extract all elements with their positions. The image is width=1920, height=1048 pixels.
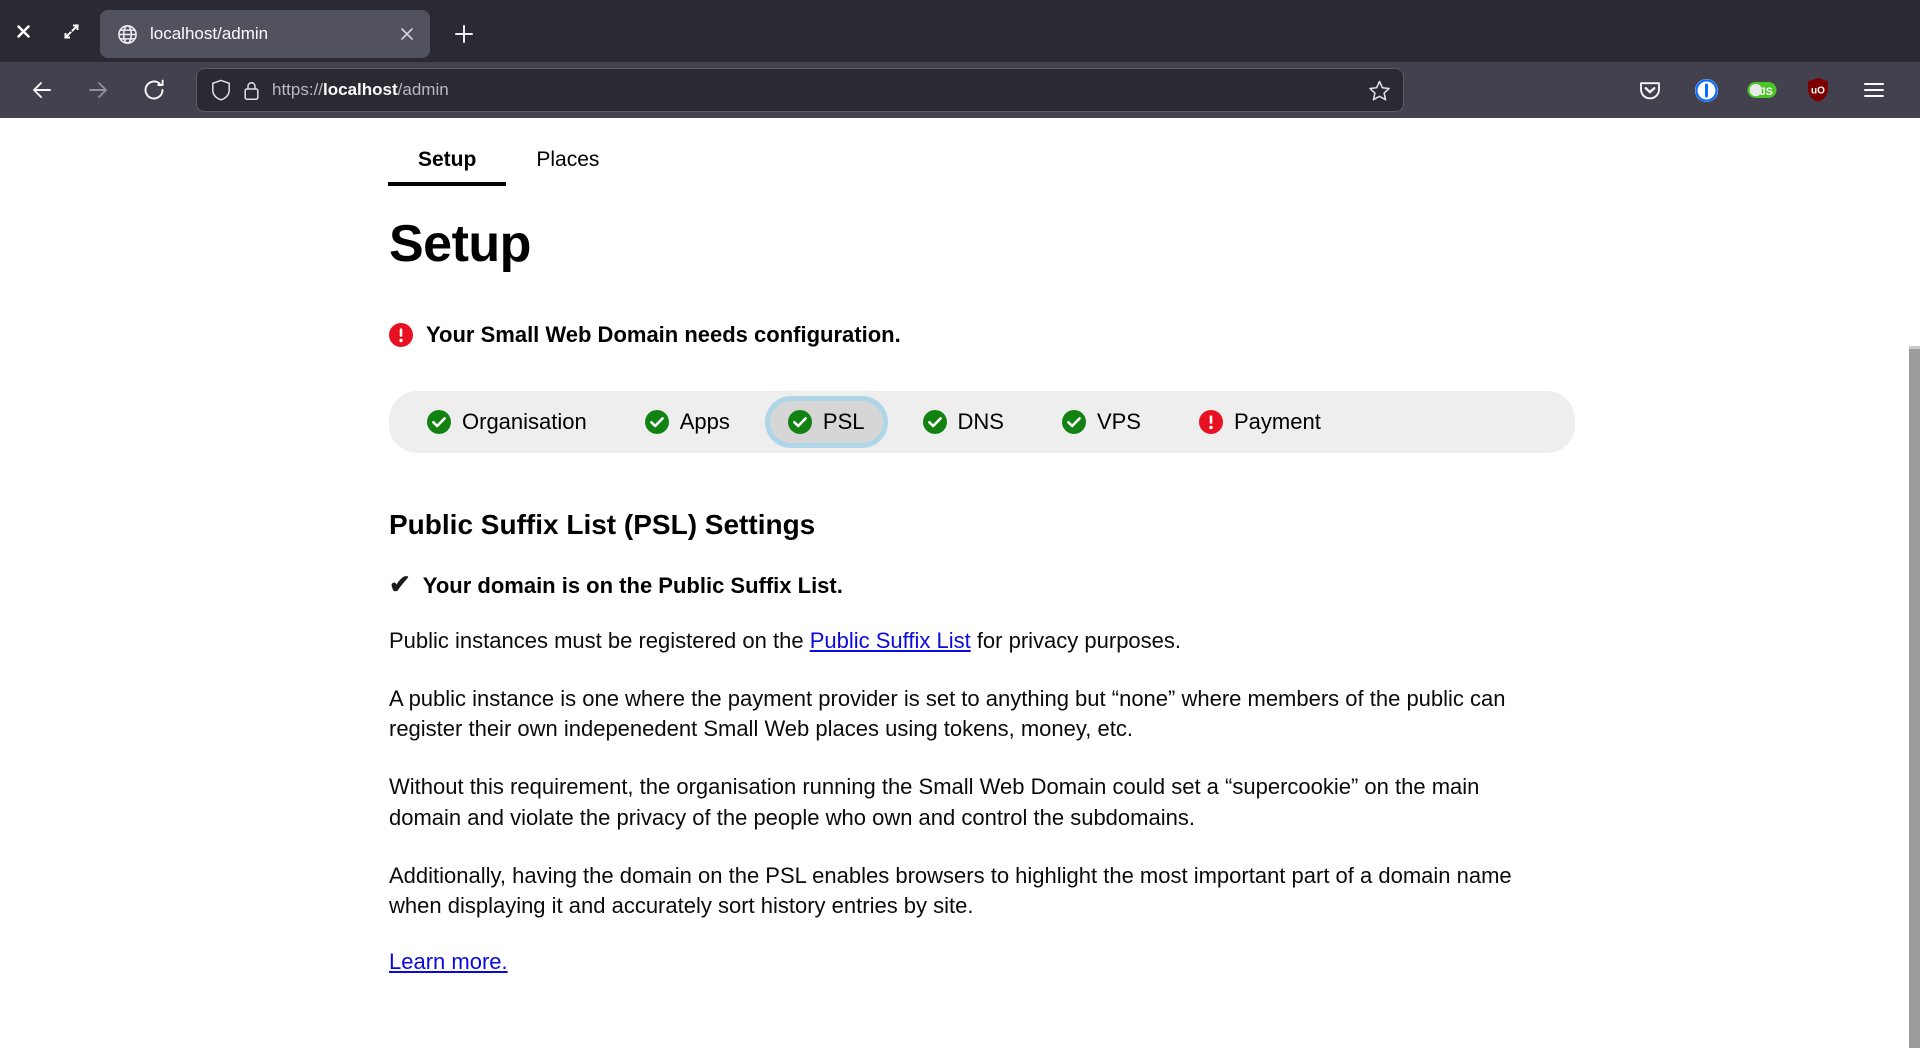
page-tab-bar: Setup Places (388, 136, 1549, 186)
public-suffix-list-link[interactable]: Public Suffix List (810, 628, 971, 653)
step-apps[interactable]: Apps (627, 401, 748, 443)
new-tab-button[interactable] (444, 14, 484, 54)
browser-tab-strip: localhost/admin (0, 0, 1920, 62)
learn-more-link[interactable]: Learn more. (389, 949, 508, 975)
svg-text:JS: JS (1760, 86, 1773, 98)
toolbar-extensions: JS uO (1622, 68, 1906, 112)
tab-places-label: Places (536, 148, 600, 171)
tab-setup-label: Setup (418, 148, 477, 171)
paragraph-1-after: for privacy purposes. (970, 628, 1182, 653)
psl-status-text: Your domain is on the Public Suffix List… (422, 573, 843, 598)
forward-button[interactable] (76, 68, 120, 112)
step-dns-label: DNS (957, 409, 1004, 434)
pocket-icon[interactable] (1628, 68, 1672, 112)
paragraph-1: Public instances must be registered on t… (389, 626, 1521, 656)
check-icon: ✔ (389, 569, 411, 599)
javascript-toggle-icon[interactable]: JS (1740, 68, 1784, 112)
restore-window-button[interactable] (58, 18, 84, 44)
configuration-alert-text: Your Small Web Domain needs configuratio… (426, 322, 901, 347)
paragraph-4: Additionally, having the domain on the P… (389, 862, 1512, 918)
configuration-alert: Your Small Web Domain needs configuratio… (389, 322, 1549, 348)
url-text: https://localhost/admin (272, 80, 1356, 100)
section-heading: Public Suffix List (PSL) Settings (389, 509, 816, 540)
back-button[interactable] (20, 68, 64, 112)
page-content: Setup Places Setup Your Small Web Domain… (388, 118, 1575, 975)
globe-icon (116, 23, 138, 45)
window-controls (0, 0, 84, 62)
svg-text:uO: uO (1811, 86, 1825, 97)
step-payment-label: Payment (1233, 409, 1321, 434)
scrollbar-thumb[interactable] (1909, 346, 1920, 349)
paragraph-2: A public instance is one where the payme… (389, 686, 1506, 742)
step-vps[interactable]: VPS (1044, 401, 1159, 443)
url-host: localhost (323, 80, 398, 99)
close-window-button[interactable] (10, 18, 36, 44)
browser-window: localhost/admin https://localhost/admin … (0, 0, 1920, 1048)
step-apps-label: Apps (679, 409, 730, 434)
check-circle-icon (427, 410, 451, 434)
error-icon (1198, 410, 1223, 434)
paragraph-3: Without this requirement, the organisati… (389, 774, 1480, 830)
url-path: /admin (397, 80, 449, 99)
page-scrollbar[interactable] (1909, 346, 1920, 1048)
onepassword-icon[interactable] (1684, 68, 1728, 112)
step-psl[interactable]: PSL (769, 401, 883, 443)
setup-steps-bar: Organisation Apps PSL DNS VPS Payment (389, 391, 1575, 453)
psl-status: ✔ Your domain is on the Public Suffix Li… (389, 571, 1549, 599)
step-vps-label: VPS (1096, 409, 1141, 434)
browser-tab[interactable]: localhost/admin (100, 10, 430, 58)
error-icon (389, 323, 413, 347)
check-circle-icon (644, 410, 669, 434)
step-psl-label: PSL (822, 409, 865, 434)
close-icon[interactable] (394, 21, 420, 47)
star-icon[interactable] (1368, 79, 1391, 102)
browser-nav-bar: https://localhost/admin JS uO (0, 62, 1920, 118)
paragraph-1-before: Public instances must be registered on t… (389, 628, 810, 653)
step-organisation-label: Organisation (462, 409, 587, 434)
tab-setup[interactable]: Setup (388, 136, 507, 186)
shield-icon (211, 79, 231, 101)
lock-icon (243, 80, 260, 101)
admin-page: Setup Places Setup Your Small Web Domain… (0, 118, 1920, 1048)
step-payment[interactable]: Payment (1181, 401, 1339, 443)
url-bar[interactable]: https://localhost/admin (196, 68, 1404, 112)
check-circle-icon (1061, 410, 1086, 434)
app-menu-icon[interactable] (1852, 68, 1896, 112)
reload-button[interactable] (132, 68, 176, 112)
url-scheme: https:// (272, 80, 324, 99)
page-title: Setup (389, 215, 531, 273)
browser-tab-title: localhost/admin (150, 24, 269, 43)
step-dns[interactable]: DNS (905, 401, 1022, 443)
ublock-origin-icon[interactable]: uO (1796, 68, 1840, 112)
check-circle-icon (787, 410, 812, 434)
check-circle-icon (922, 410, 947, 434)
step-organisation[interactable]: Organisation (409, 401, 605, 443)
page-viewport: Setup Places Setup Your Small Web Domain… (0, 118, 1920, 1048)
tab-places[interactable]: Places (506, 136, 629, 186)
